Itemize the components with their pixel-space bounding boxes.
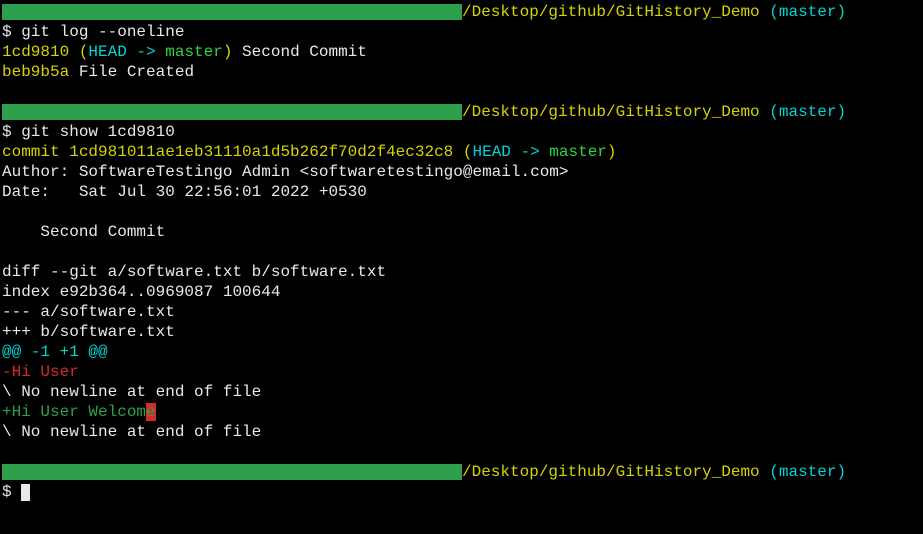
branch-2: (master) xyxy=(760,103,846,121)
prompt-block-1: /Desktop/github/GitHistory_Demo (master) xyxy=(2,2,921,22)
terminal[interactable]: /Desktop/github/GitHistory_Demo (master)… xyxy=(2,2,921,502)
paren-close-2: ) xyxy=(607,143,617,161)
log-msg-1: Second Commit xyxy=(232,43,366,61)
diff-added: +Hi User Welcome xyxy=(2,402,921,422)
head-ref-1: HEAD -> xyxy=(88,43,165,61)
path-3: /Desktop/github/GitHistory_Demo xyxy=(462,463,760,481)
cursor-icon xyxy=(21,484,30,501)
branch-3: (master) xyxy=(760,463,846,481)
command-line-1: $ git log --oneline xyxy=(2,22,921,42)
head-ref-2: HEAD -> xyxy=(472,143,549,161)
command-1: git log --oneline xyxy=(21,23,184,41)
commit-line: commit 1cd981011ae1eb31110a1d5b262f70d2f… xyxy=(2,142,921,162)
diff-header: diff --git a/software.txt b/software.txt xyxy=(2,262,921,282)
branch-ref-1: master xyxy=(165,43,223,61)
commit-hash: commit 1cd981011ae1eb31110a1d5b262f70d2f… xyxy=(2,143,453,161)
cursor-highlight: e xyxy=(146,403,156,421)
log-hash-2: beb9b5a xyxy=(2,63,69,81)
date-line: Date: Sat Jul 30 22:56:01 2022 +0530 xyxy=(2,182,921,202)
added-text: +Hi User Welcom xyxy=(2,403,146,421)
no-newline-2: \ No newline at end of file xyxy=(2,422,921,442)
prompt-block-3: /Desktop/github/GitHistory_Demo (master) xyxy=(2,462,921,482)
path-1: /Desktop/github/GitHistory_Demo xyxy=(462,3,760,21)
diff-minus-file: --- a/software.txt xyxy=(2,302,921,322)
paren-open-1: ( xyxy=(69,43,88,61)
prompt-symbol-1: $ xyxy=(2,23,21,41)
path-2: /Desktop/github/GitHistory_Demo xyxy=(462,103,760,121)
log-hash-1: 1cd9810 xyxy=(2,43,69,61)
no-newline-1: \ No newline at end of file xyxy=(2,382,921,402)
log-line-1: 1cd9810 (HEAD -> master) Second Commit xyxy=(2,42,921,62)
prompt-symbol-3: $ xyxy=(2,483,21,501)
paren-close-1: ) xyxy=(223,43,233,61)
redacted-bar xyxy=(2,4,462,20)
command-line-2: $ git show 1cd9810 xyxy=(2,122,921,142)
log-line-2: beb9b5a File Created xyxy=(2,62,921,82)
prompt-block-2: /Desktop/github/GitHistory_Demo (master) xyxy=(2,102,921,122)
author-line: Author: SoftwareTestingo Admin <software… xyxy=(2,162,921,182)
redacted-bar xyxy=(2,104,462,120)
prompt-symbol-2: $ xyxy=(2,123,21,141)
log-msg-2: File Created xyxy=(69,63,194,81)
diff-hunk: @@ -1 +1 @@ xyxy=(2,342,921,362)
branch-ref-2: master xyxy=(549,143,607,161)
command-line-3[interactable]: $ xyxy=(2,482,921,502)
commit-message: Second Commit xyxy=(2,222,921,242)
branch-1: (master) xyxy=(760,3,846,21)
redacted-bar xyxy=(2,464,462,480)
diff-index: index e92b364..0969087 100644 xyxy=(2,282,921,302)
diff-plus-file: +++ b/software.txt xyxy=(2,322,921,342)
command-2: git show 1cd9810 xyxy=(21,123,175,141)
diff-removed: -Hi User xyxy=(2,362,921,382)
paren-open-2: ( xyxy=(453,143,472,161)
